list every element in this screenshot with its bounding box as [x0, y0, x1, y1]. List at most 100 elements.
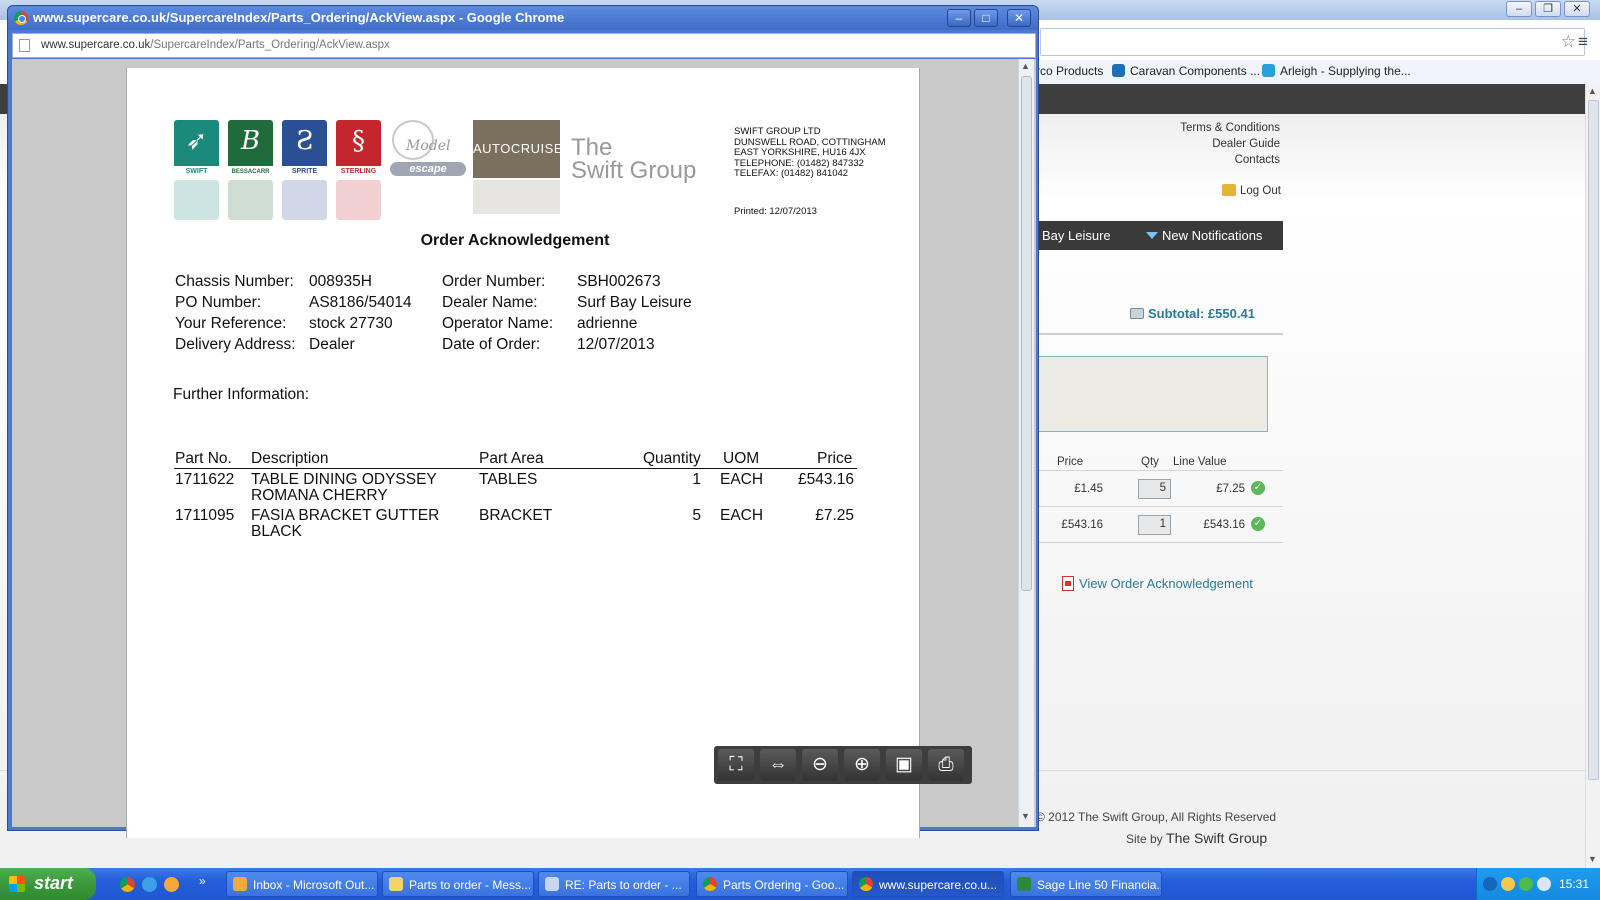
tray-outlook-icon[interactable] — [1501, 877, 1515, 891]
contacts-link[interactable]: Contacts — [1235, 154, 1280, 166]
task-sage-line-50[interactable]: Sage Line 50 Financia... — [1010, 871, 1162, 897]
col-price: Price — [817, 450, 853, 467]
bookmarks-bar: rco Products Caravan Components ... Arle… — [1020, 60, 1600, 84]
bg-minimize-button[interactable]: – — [1506, 1, 1532, 17]
delivery-value: Dealer — [309, 336, 355, 353]
zoom-out-icon[interactable]: ⊖ — [802, 749, 838, 781]
swallow-icon: ➶ — [185, 126, 208, 156]
start-button[interactable]: start — [0, 868, 96, 900]
part-no-cell: 1711622 — [175, 471, 235, 488]
fit-width-icon[interactable]: ⇔ — [760, 749, 796, 781]
notifications-tab[interactable]: New Notifications — [1146, 228, 1262, 243]
tray-security-icon[interactable] — [1519, 877, 1533, 891]
bg-close-button[interactable]: ✕ — [1564, 1, 1590, 17]
popup-close-button[interactable]: ✕ — [1007, 9, 1031, 27]
bookmark-star-icon[interactable]: ☆ — [1561, 32, 1576, 52]
site-by-credit: Site by The Swift Group — [1126, 830, 1268, 846]
company-address: SWIFT GROUP LTD DUNSWELL ROAD, COTTINGHA… — [734, 126, 886, 180]
model-text: Model — [406, 138, 451, 154]
chrome-icon — [14, 11, 28, 25]
notes-textarea[interactable] — [1030, 356, 1268, 432]
caravan-components-icon — [1112, 64, 1125, 77]
save-icon[interactable]: ▣ — [886, 749, 922, 781]
bg-restore-button[interactable]: ❐ — [1535, 1, 1561, 17]
autocruise-logo: AUTOCRUISE — [473, 120, 563, 178]
chrome-quicklaunch-icon[interactable] — [120, 877, 135, 892]
reply-envelope-icon — [545, 877, 559, 891]
date-of-order-value: 12/07/2013 — [577, 336, 655, 353]
bg-vertical-scrollbar[interactable]: ▲ ▼ — [1585, 84, 1600, 868]
print-icon[interactable]: ⎙ — [928, 749, 964, 781]
company-telefax: TELEFAX: (01482) 841042 — [734, 168, 849, 179]
pdf-icon — [1062, 576, 1074, 591]
lock-icon — [1222, 184, 1236, 196]
popup-maximize-button[interactable]: □ — [974, 9, 998, 27]
swift-logo: ➶ SWIFT — [174, 120, 219, 178]
dealer-name-label: Dealer Name: — [442, 294, 538, 311]
reference-value: stock 27730 — [309, 315, 393, 332]
task-parts-ordering-chrome[interactable]: Parts Ordering - Goo... — [696, 871, 848, 897]
description-cell-line2: ROMANA CHERRY — [251, 487, 388, 504]
zoom-in-icon[interactable]: ⊕ — [844, 749, 880, 781]
pdf-vertical-scrollbar[interactable]: ▲ ▼ — [1018, 59, 1034, 827]
quicklaunch-more-icon[interactable]: » — [199, 874, 206, 888]
cart-subtotal: Subtotal: £550.41 — [1130, 306, 1255, 321]
taskbar-clock[interactable]: 15:31 — [1559, 877, 1589, 891]
task-supercare-chrome[interactable]: www.supercare.co.u... — [852, 871, 1004, 897]
system-tray: 15:31 — [1476, 868, 1600, 900]
view-order-acknowledgement-link[interactable]: View Order Acknowledgement — [1062, 576, 1253, 591]
scroll-down-icon[interactable]: ▼ — [1588, 854, 1597, 864]
fit-page-icon[interactable]: ⛶ — [718, 749, 754, 781]
scroll-up-icon[interactable]: ▲ — [1021, 61, 1030, 71]
popup-minimize-button[interactable]: – — [947, 9, 971, 27]
outlook-quicklaunch-icon[interactable] — [164, 877, 179, 892]
popup-url[interactable]: www.supercare.co.uk/SupercareIndex/Parts… — [41, 39, 390, 51]
part-no-cell: 1711095 — [175, 507, 235, 524]
description-cell: FASIA BRACKET GUTTER — [251, 507, 440, 524]
arleigh-icon — [1262, 64, 1275, 77]
task-re-parts[interactable]: RE: Parts to order - ... — [538, 871, 690, 897]
document-title: Order Acknowledgement — [420, 232, 610, 249]
dealer-guide-link[interactable]: Dealer Guide — [1212, 138, 1280, 150]
order-number-label: Order Number: — [442, 273, 546, 290]
table-header-rule — [174, 468, 857, 469]
further-information-label: Further Information: — [173, 386, 310, 403]
chrome-menu-icon[interactable]: ≡ — [1578, 32, 1588, 52]
part-area-cell: TABLES — [479, 471, 538, 488]
popup-chrome-window: www.supercare.co.uk/SupercareIndex/Parts… — [7, 5, 1039, 838]
uom-cell: EACH — [720, 507, 764, 524]
terms-link[interactable]: Terms & Conditions — [1180, 122, 1280, 134]
sprite-s-icon: Ƨ — [295, 126, 314, 156]
bookmark-item[interactable]: Caravan Components ... — [1112, 64, 1260, 78]
company-name: SWIFT GROUP LTD — [734, 126, 821, 137]
chassis-value: 008935H — [309, 273, 372, 290]
logout-link[interactable]: Log Out — [1222, 184, 1281, 197]
bookmark-item[interactable]: rco Products — [1036, 64, 1103, 78]
dealer-name-tab[interactable]: Bay Leisure — [1042, 228, 1111, 243]
operator-name-value: adrienne — [577, 315, 638, 332]
scroll-thumb[interactable] — [1021, 76, 1032, 591]
dealer-nav-bar: Bay Leisure New Notifications — [1030, 221, 1283, 250]
bg-address-bar[interactable]: ☆ — [1040, 28, 1585, 56]
reference-label: Your Reference: — [175, 315, 287, 332]
bookmark-item[interactable]: Arleigh - Supplying the... — [1262, 64, 1411, 78]
cart-row-line-value: £7.25 — [1216, 483, 1245, 495]
popup-title-text: www.supercare.co.uk/SupercareIndex/Parts… — [33, 10, 565, 25]
task-outlook-inbox[interactable]: Inbox - Microsoft Out... — [226, 871, 378, 897]
description-cell-line2: BLACK — [251, 523, 302, 540]
cart-row-qty-input[interactable]: 1 — [1138, 515, 1171, 535]
tray-back-icon[interactable] — [1483, 877, 1497, 891]
price-cell: £543.16 — [797, 471, 854, 488]
cart-row-qty-input[interactable]: 5 — [1138, 479, 1171, 499]
scroll-up-icon[interactable]: ▲ — [1588, 86, 1597, 96]
popup-titlebar[interactable]: www.supercare.co.uk/SupercareIndex/Parts… — [8, 6, 1038, 30]
ie-quicklaunch-icon[interactable] — [142, 877, 157, 892]
popup-address-bar[interactable]: www.supercare.co.uk/SupercareIndex/Parts… — [12, 33, 1036, 58]
scroll-down-icon[interactable]: ▼ — [1021, 811, 1030, 821]
scroll-thumb[interactable] — [1588, 100, 1599, 780]
task-parts-message[interactable]: Parts to order - Mess... — [382, 871, 534, 897]
page-icon — [19, 39, 30, 52]
delivery-label: Delivery Address: — [175, 336, 296, 353]
tray-network-icon[interactable] — [1537, 877, 1551, 891]
taskbar: start » Inbox - Microsoft Out... Parts t… — [0, 868, 1600, 900]
